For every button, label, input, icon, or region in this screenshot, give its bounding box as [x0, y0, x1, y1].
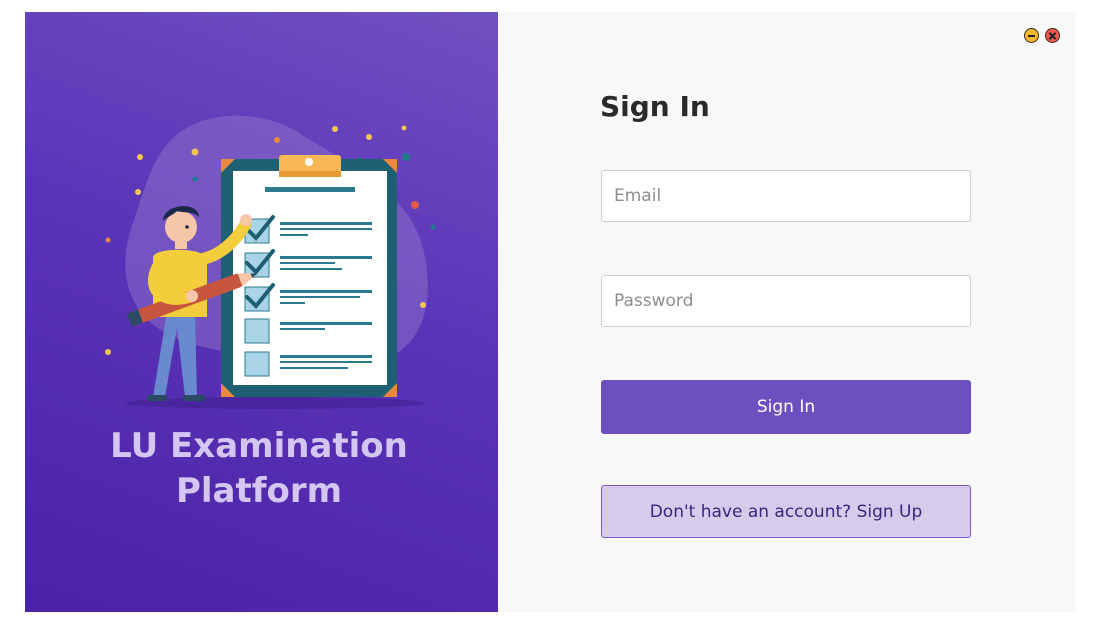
sign-in-button[interactable]: Sign In	[601, 380, 971, 434]
login-window: LU Examination Platform Sign In Sign In …	[25, 12, 1075, 612]
close-icon[interactable]	[1045, 28, 1060, 43]
password-field[interactable]	[601, 275, 971, 327]
brand-title-line1: LU Examination	[110, 426, 408, 466]
brand-title: LU Examination Platform	[25, 424, 493, 514]
sign-in-panel: Sign In Sign In Don't have an account? S…	[498, 12, 1075, 612]
brand-title-line2: Platform	[175, 471, 343, 511]
page-title: Sign In	[600, 90, 710, 123]
ground-shadow	[125, 397, 425, 409]
email-field[interactable]	[601, 170, 971, 222]
sign-up-button[interactable]: Don't have an account? Sign Up	[601, 485, 971, 538]
brand-panel: LU Examination Platform	[25, 12, 498, 612]
minimize-icon[interactable]	[1024, 28, 1039, 43]
exam-checklist-illustration	[105, 115, 436, 409]
window-controls	[1024, 28, 1060, 43]
